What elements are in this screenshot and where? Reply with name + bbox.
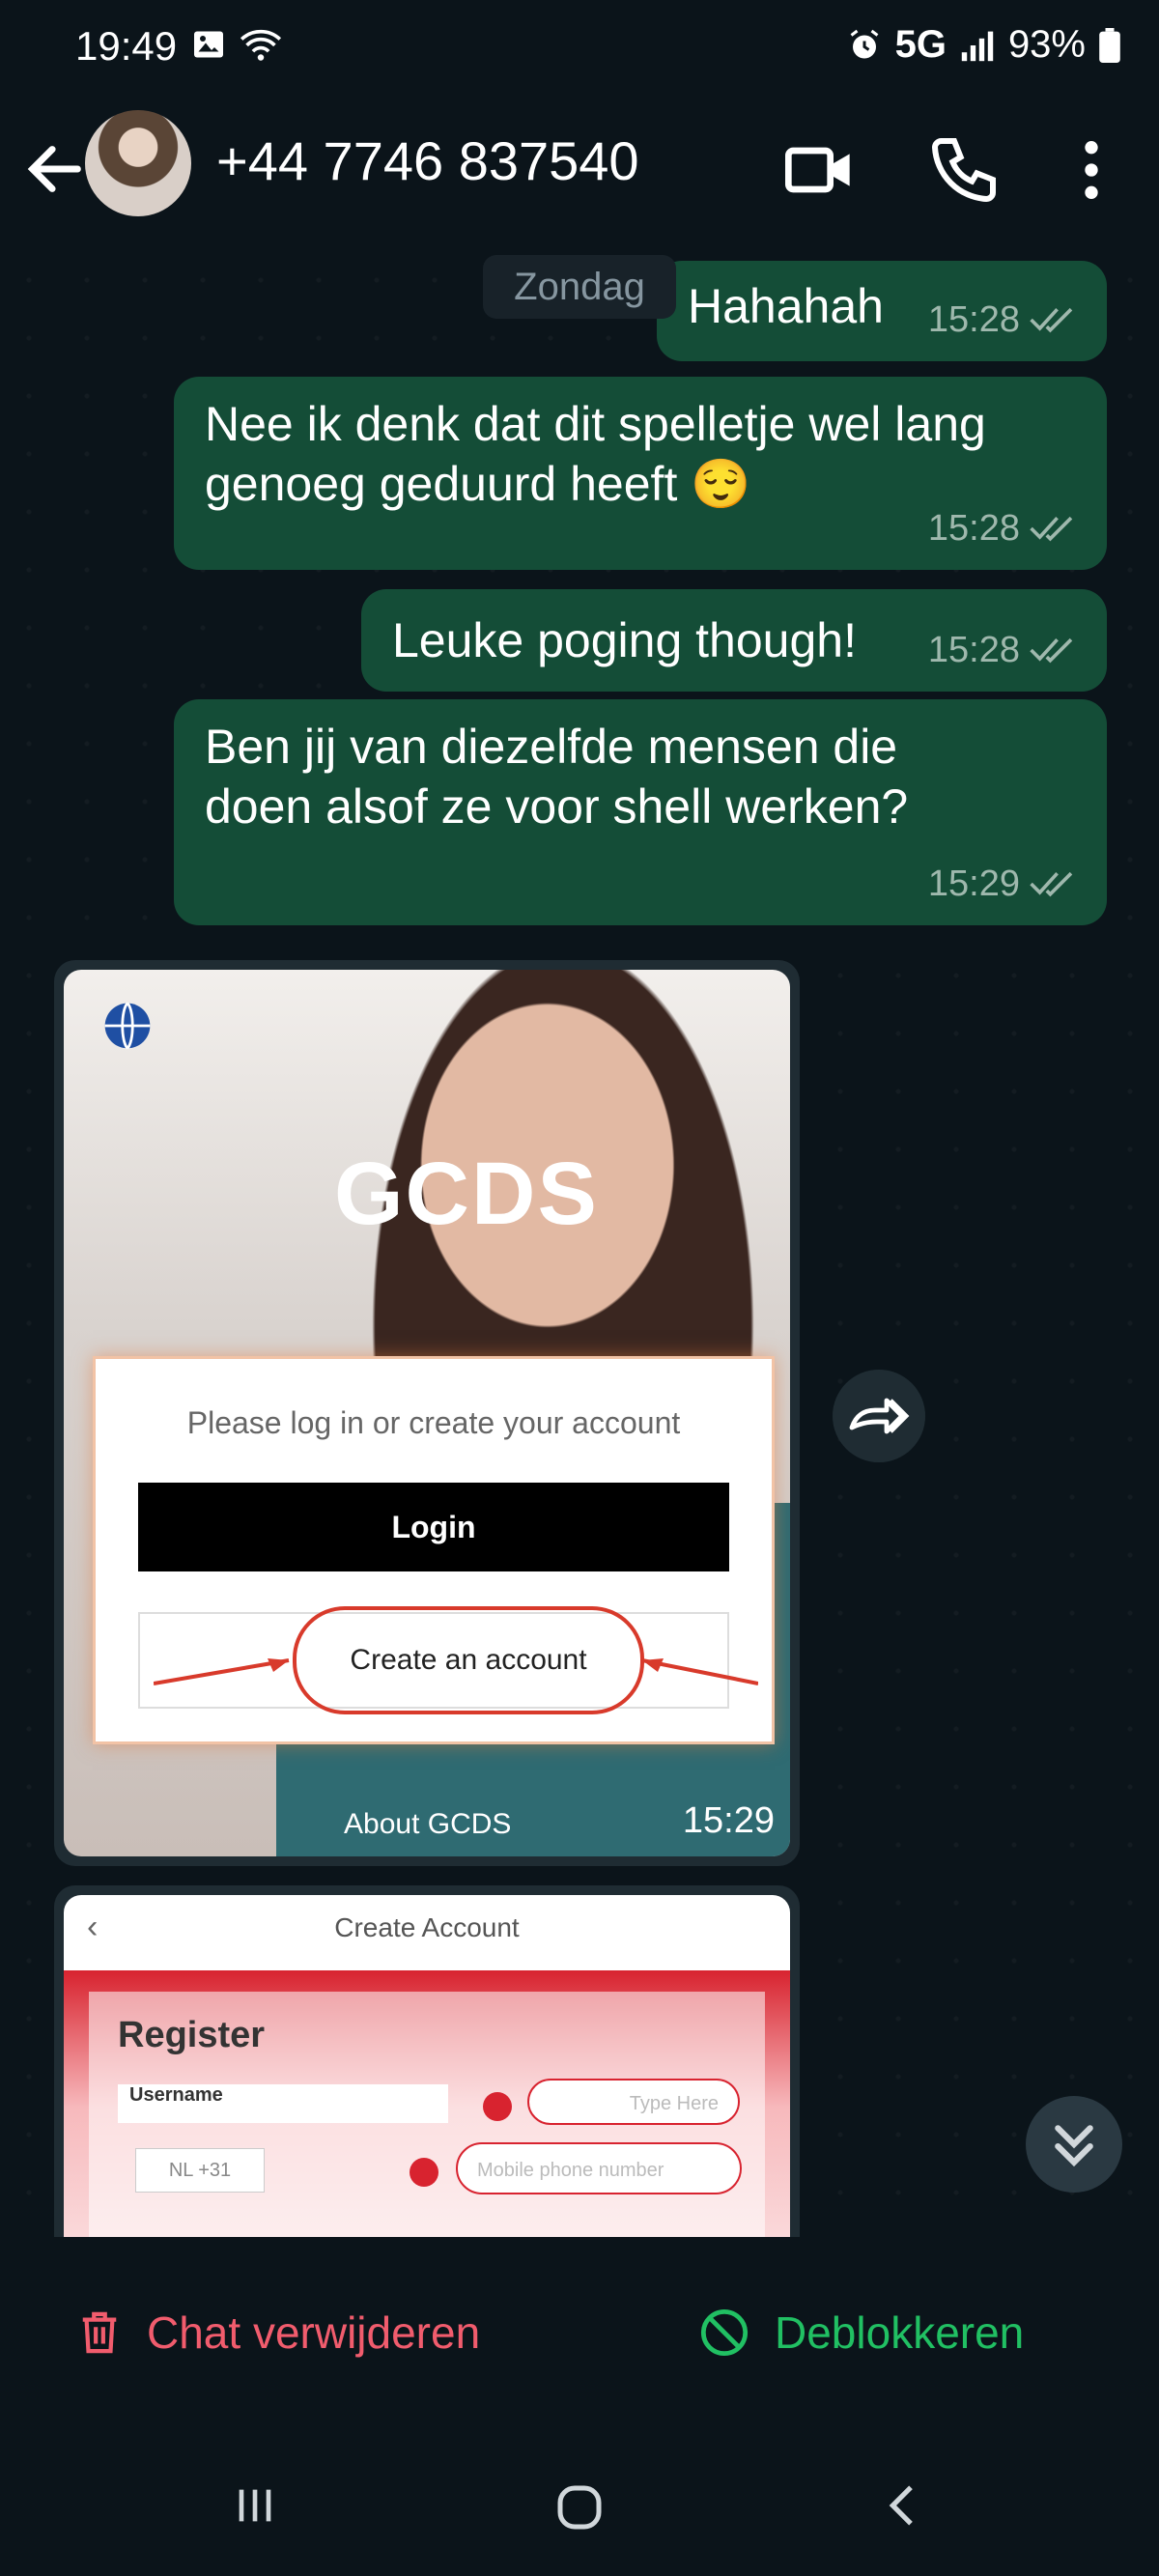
- system-nav-bar: [0, 2440, 1159, 2576]
- mobile-number-field: Mobile phone number: [456, 2142, 742, 2194]
- login-dialog: Please log in or create your account Log…: [93, 1356, 775, 1744]
- gallery-icon: [194, 31, 223, 58]
- phone-call-icon[interactable]: [925, 131, 1003, 209]
- unblock-button[interactable]: Deblokkeren: [699, 2307, 1024, 2359]
- brand-logo: GCDS: [334, 1145, 599, 1243]
- wifi-icon: [240, 29, 282, 61]
- status-bar: 19:49 5G 93%: [0, 0, 1159, 97]
- country-code: NL +31: [135, 2148, 265, 2193]
- contact-name[interactable]: +44 7746 837540: [216, 129, 639, 192]
- trash-icon: [82, 2311, 117, 2354]
- username-label: Username: [118, 2084, 448, 2123]
- red-arrow-left-icon: [154, 1658, 290, 1685]
- scroll-to-bottom-button[interactable]: [1026, 2096, 1122, 2193]
- chat-area: Hahahah 15:28 Zondag Nee ik denk dat dit…: [0, 251, 1159, 2237]
- unblock-icon: [700, 2308, 749, 2357]
- delete-chat-button[interactable]: Chat verwijderen: [77, 2307, 480, 2359]
- message-time: 15:28: [927, 299, 1020, 340]
- forward-icon[interactable]: [833, 1370, 925, 1462]
- delete-chat-label: Chat verwijderen: [147, 2307, 481, 2358]
- recent-apps-icon[interactable]: [228, 2478, 282, 2533]
- alarm-icon: [850, 29, 878, 58]
- back-icon[interactable]: [877, 2478, 931, 2533]
- create-account-title: Create Account: [334, 1912, 520, 1942]
- double-chevron-down-icon: [1055, 2125, 1093, 2167]
- message-bubble[interactable]: Ben jij van diezelfde mensen die doen al…: [174, 699, 1107, 925]
- avatar[interactable]: [85, 110, 191, 216]
- image-message[interactable]: GCDS Please log in or create your accoun…: [54, 960, 800, 1866]
- type-here-field: Type Here: [527, 2079, 740, 2125]
- blocked-contact-actions: Chat verwijderen Deblokkeren: [0, 2237, 1159, 2440]
- message-bubble[interactable]: Leuke poging though! 15:28: [361, 589, 1107, 692]
- battery-percent: 93%: [1007, 23, 1086, 66]
- back-arrow-icon[interactable]: [21, 135, 89, 203]
- video-call-icon[interactable]: [780, 131, 858, 209]
- double-check-icon: [1030, 516, 1073, 542]
- red-arrow-right-icon: [641, 1658, 758, 1685]
- unblock-label: Deblokkeren: [775, 2307, 1025, 2358]
- message-text: Nee ik denk dat dit spelletje wel lang g…: [205, 397, 986, 511]
- status-time: 19:49: [75, 23, 178, 69]
- double-check-icon: [1030, 871, 1073, 897]
- globe-icon: [104, 1002, 151, 1050]
- login-button: Login: [138, 1483, 729, 1571]
- message-text: Ben jij van diezelfde mensen die doen al…: [205, 720, 909, 834]
- image-time: 15:29: [682, 1800, 775, 1841]
- network-label: 5G: [894, 23, 947, 66]
- message-time: 15:28: [927, 630, 1020, 670]
- message-time: 15:29: [927, 863, 1020, 904]
- chat-header: +44 7746 837540: [0, 97, 1159, 251]
- double-check-icon: [1030, 307, 1073, 333]
- date-chip: Zondag: [483, 255, 676, 319]
- signal-icon: [961, 31, 994, 61]
- message-bubble[interactable]: Nee ik denk dat dit spelletje wel lang g…: [174, 377, 1107, 570]
- battery-icon: [1099, 27, 1120, 63]
- double-check-icon: [1030, 637, 1073, 664]
- create-account-button: Create an account: [293, 1606, 644, 1714]
- image-message[interactable]: ‹ Create Account Register Username Type …: [54, 1885, 800, 2237]
- message-bubble[interactable]: Hahahah 15:28: [657, 261, 1107, 361]
- dialog-prompt: Please log in or create your account: [186, 1405, 681, 1440]
- message-time: 15:28: [927, 508, 1020, 549]
- more-options-icon[interactable]: [1053, 131, 1130, 209]
- home-icon[interactable]: [551, 2478, 608, 2536]
- register-heading: Register: [118, 2015, 266, 2055]
- image-footer-text: About GCDS: [344, 1808, 512, 1840]
